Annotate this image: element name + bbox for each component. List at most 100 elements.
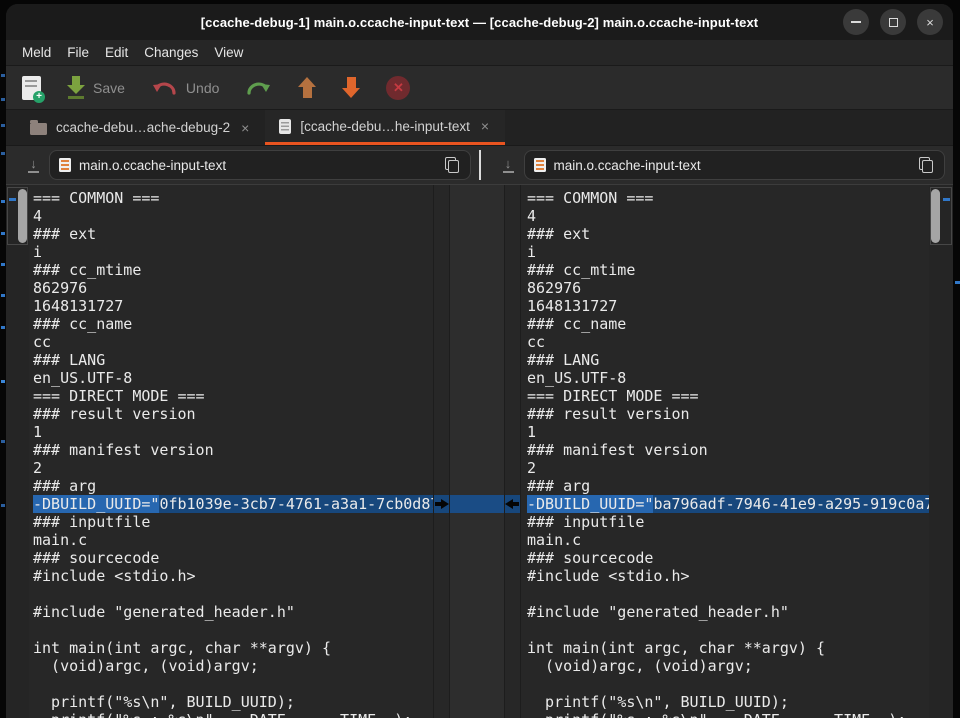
diff-line: int main(int argc, char **argv) {	[33, 639, 433, 657]
diff-line: ### cc_name	[527, 315, 929, 333]
push-change-right-button[interactable]	[435, 499, 449, 509]
diff-line: cc	[33, 333, 433, 351]
minimize-button[interactable]	[843, 9, 869, 35]
diff-line: 1648131727	[33, 297, 433, 315]
tab-close-button[interactable]: ×	[479, 118, 491, 134]
stop-icon: ✕	[386, 76, 410, 100]
diff-line: #include "generated_header.h"	[33, 603, 433, 621]
diff-line: ### result version	[527, 405, 929, 423]
diff-line: ### LANG	[527, 351, 929, 369]
diff-line: (void)argc, (void)argv;	[33, 657, 433, 675]
background-window-sliver-right	[955, 281, 960, 284]
menu-item-meld[interactable]: Meld	[14, 45, 59, 60]
left-code-pane[interactable]: === COMMON ===4### exti### cc_mtime86297…	[29, 185, 433, 718]
menu-item-file[interactable]: File	[59, 45, 97, 60]
diff-line: ### cc_mtime	[527, 261, 929, 279]
diff-line: ### ext	[33, 225, 433, 243]
text-file-icon	[534, 158, 546, 172]
save-button[interactable]: Save	[67, 76, 125, 99]
diff-line: i	[527, 243, 929, 261]
stop-button[interactable]: ✕	[386, 76, 410, 100]
download-arrow-icon: ↓	[30, 158, 37, 170]
up-arrow-icon	[298, 77, 316, 98]
previous-change-button[interactable]	[298, 77, 316, 98]
window-controls: ×	[843, 9, 943, 35]
background-window-sliver	[1, 74, 5, 77]
menubar: Meld File Edit Changes View	[6, 40, 953, 66]
diff-line: ### manifest version	[33, 441, 433, 459]
diff-line: === DIRECT MODE ===	[33, 387, 433, 405]
save-label: Save	[93, 80, 125, 96]
diff-line	[33, 621, 433, 639]
right-scrollbar-thumb[interactable]	[931, 189, 940, 243]
diff-line: === COMMON ===	[527, 189, 929, 207]
left-file-header: ↓ main.o.ccache-input-text	[6, 146, 479, 184]
diff-line: #include <stdio.h>	[527, 567, 929, 585]
document-icon	[279, 119, 291, 134]
chunk-connector	[450, 495, 504, 513]
diff-line: main.c	[527, 531, 929, 549]
diff-line	[33, 675, 433, 693]
left-filename-field[interactable]: main.o.ccache-input-text	[49, 150, 471, 180]
redo-button[interactable]	[245, 79, 272, 97]
tab-bar: ccache-debu…ache-debug-2 × [ccache-debu……	[6, 110, 953, 146]
diff-line: 1648131727	[527, 297, 929, 315]
diff-changed-line: -DBUILD_UUID="ba796adf-7946-41e9-a295-91…	[527, 495, 929, 513]
push-change-left-button[interactable]	[505, 499, 519, 509]
save-file-button-right[interactable]: ↓	[503, 158, 514, 173]
left-action-column	[433, 185, 449, 718]
diff-line: 2	[33, 459, 433, 477]
diff-line: #include <stdio.h>	[33, 567, 433, 585]
diff-line: ### inputfile	[527, 513, 929, 531]
maximize-button[interactable]	[880, 9, 906, 35]
menu-item-edit[interactable]: Edit	[97, 45, 136, 60]
diff-line: printf("%s : %s\n", __DATE__, __TIME__);	[33, 711, 433, 718]
tab-close-button[interactable]: ×	[239, 120, 251, 136]
copy-icon[interactable]	[445, 157, 459, 173]
right-code-pane[interactable]: === COMMON ===4### exti### cc_mtime86297…	[521, 185, 929, 718]
save-icon	[67, 76, 85, 99]
file-header-row: ↓ main.o.ccache-input-text ↓ main.o.ccac	[6, 146, 953, 184]
maximize-icon	[889, 18, 898, 27]
left-filename: main.o.ccache-input-text	[79, 158, 437, 173]
tab-folder-comparison[interactable]: ccache-debu…ache-debug-2 ×	[16, 110, 265, 145]
title-bar[interactable]: [ccache-debug-1] main.o.ccache-input-tex…	[6, 4, 953, 40]
tab-file-comparison[interactable]: [ccache-debu…he-input-text ×	[265, 110, 505, 145]
diff-changed-line: -DBUILD_UUID="0fb1039e-3cb7-4761-a3a1-7c…	[33, 495, 433, 513]
diff-line: ### cc_mtime	[33, 261, 433, 279]
copy-icon[interactable]	[919, 157, 933, 173]
undo-button[interactable]: Undo	[151, 79, 219, 97]
tab-label: [ccache-debu…he-input-text	[300, 119, 470, 134]
diff-line: ### sourcecode	[527, 549, 929, 567]
diff-line: 862976	[527, 279, 929, 297]
diff-line: ### ext	[527, 225, 929, 243]
right-file-header: ↓ main.o.ccache-input-text	[481, 146, 954, 184]
diff-line: 4	[527, 207, 929, 225]
diff-line	[527, 585, 929, 603]
close-button[interactable]: ×	[917, 9, 943, 35]
diff-line: en_US.UTF-8	[33, 369, 433, 387]
meld-window: [ccache-debug-1] main.o.ccache-input-tex…	[6, 4, 953, 718]
right-scrollbar[interactable]	[929, 185, 953, 718]
new-comparison-button[interactable]	[22, 76, 41, 100]
left-scrollbar-thumb[interactable]	[18, 189, 27, 243]
diff-line: i	[33, 243, 433, 261]
diff-line: 1	[527, 423, 929, 441]
diff-line: ### sourcecode	[33, 549, 433, 567]
menu-item-view[interactable]: View	[206, 45, 251, 60]
menu-item-changes[interactable]: Changes	[136, 45, 206, 60]
diff-line: === DIRECT MODE ===	[527, 387, 929, 405]
diff-line: ### cc_name	[33, 315, 433, 333]
diff-line: === COMMON ===	[33, 189, 433, 207]
diff-line: ### manifest version	[527, 441, 929, 459]
redo-icon	[245, 79, 272, 97]
next-change-button[interactable]	[342, 77, 360, 98]
right-filename-field[interactable]: main.o.ccache-input-text	[524, 150, 946, 180]
diff-line	[527, 621, 929, 639]
undo-icon	[151, 79, 178, 97]
save-file-button-left[interactable]: ↓	[28, 158, 39, 173]
left-scrollbar[interactable]	[6, 185, 29, 718]
minimize-icon	[851, 21, 861, 23]
diff-line: 4	[33, 207, 433, 225]
diff-line: (void)argc, (void)argv;	[527, 657, 929, 675]
